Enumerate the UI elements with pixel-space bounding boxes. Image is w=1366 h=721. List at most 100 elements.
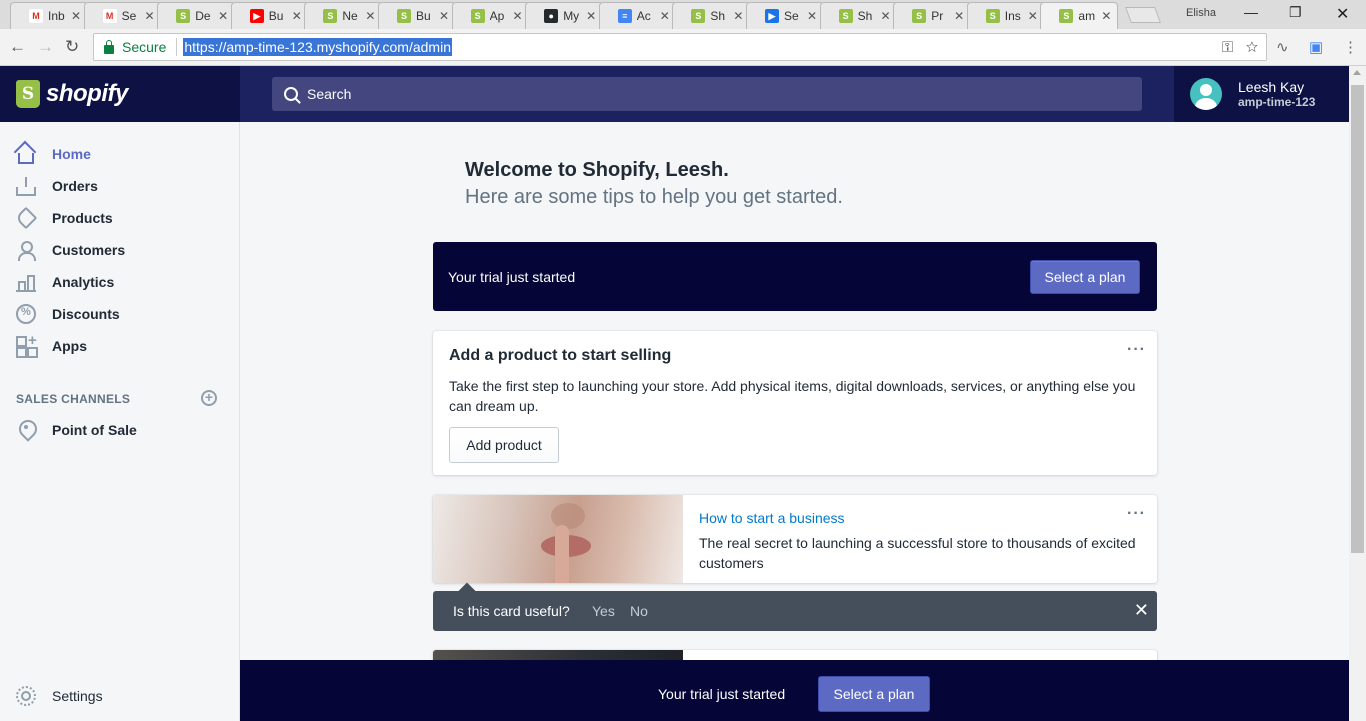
sidebar-item-products[interactable]: Products xyxy=(14,206,113,230)
back-arrow-icon[interactable]: ← xyxy=(9,37,26,57)
browser-tab[interactable]: M Inb ✕ xyxy=(10,2,88,29)
close-tab-icon[interactable]: ✕ xyxy=(954,9,964,23)
user-menu[interactable]: Leesh Kay amp-time-123 xyxy=(1174,66,1349,122)
browser-tab[interactable]: S Ne ✕ xyxy=(304,2,383,29)
sidebar-item-discounts[interactable]: Discounts xyxy=(16,302,120,326)
shopify-icon: S xyxy=(912,9,927,23)
browser-tab[interactable]: S Ap ✕ xyxy=(451,2,530,29)
select-plan-button[interactable]: Select a plan xyxy=(1030,260,1140,294)
restore-icon[interactable]: ❐ xyxy=(1289,4,1302,21)
key-icon[interactable]: ⚿ xyxy=(1222,39,1233,56)
secure-label: Secure xyxy=(122,39,167,55)
sidebar-item-customers[interactable]: Customers xyxy=(16,238,125,262)
tab-label: Bu xyxy=(416,9,431,23)
article-link[interactable]: How to start a business xyxy=(699,510,845,526)
shopify-icon: S xyxy=(397,9,411,23)
github-icon: ● xyxy=(544,9,559,23)
gmail-icon: M xyxy=(102,9,117,23)
extension-icon[interactable]: ▣ xyxy=(1309,38,1323,56)
page-subtitle: Here are some tips to help you get start… xyxy=(465,186,843,208)
sidebar-item-point-of-sale[interactable]: Point of Sale xyxy=(16,418,137,442)
browser-tab[interactable]: ≡ Ac ✕ xyxy=(598,2,677,29)
close-tab-icon[interactable]: ✕ xyxy=(1101,9,1111,23)
close-tab-icon[interactable]: ✕ xyxy=(513,9,523,23)
minimize-icon[interactable]: — xyxy=(1244,4,1258,20)
close-tab-icon[interactable]: ✕ xyxy=(807,9,817,23)
scroll-up-arrow-icon[interactable] xyxy=(1353,70,1361,75)
browser-tab[interactable]: S Sh ✕ xyxy=(672,2,751,29)
sidebar-item-label: Analytics xyxy=(52,274,115,290)
extension-pulse-icon[interactable]: ∿ xyxy=(1276,38,1289,56)
browser-tab[interactable]: S Pr ✕ xyxy=(893,2,972,29)
search-icon xyxy=(284,87,298,101)
user-icon xyxy=(16,240,36,261)
browser-tab[interactable]: S De ✕ xyxy=(157,2,236,29)
close-tab-icon[interactable]: ✕ xyxy=(218,9,228,23)
image-detail xyxy=(551,503,585,529)
browser-tab[interactable]: S Bu ✕ xyxy=(378,2,456,29)
close-tab-icon[interactable]: ✕ xyxy=(881,9,891,23)
add-channel-icon[interactable]: + xyxy=(201,390,217,406)
scrollbar[interactable] xyxy=(1349,66,1366,721)
browser-tab[interactable]: Sam ✕ xyxy=(1040,2,1119,29)
trial-text: Your trial just started xyxy=(448,269,576,285)
add-product-button[interactable]: Add product xyxy=(449,427,559,463)
select-plan-button[interactable]: Select a plan xyxy=(818,676,930,712)
sidebar-item-label: Discounts xyxy=(52,306,120,322)
sidebar-item-label: Products xyxy=(52,210,113,226)
url-text[interactable]: https://amp-time-123.myshopify.com/admin xyxy=(183,38,452,56)
close-tab-icon[interactable]: ✕ xyxy=(733,9,743,23)
browser-tab[interactable]: M Se ✕ xyxy=(83,2,162,29)
close-tab-icon[interactable]: ✕ xyxy=(145,9,155,23)
tab-label: De xyxy=(195,9,211,23)
sidebar-item-apps[interactable]: Apps xyxy=(16,332,87,358)
address-bar[interactable]: Secure https://amp-time-123.myshopify.co… xyxy=(93,33,1267,61)
sidebar-item-orders[interactable]: Orders xyxy=(16,174,98,198)
menu-kebab-icon[interactable]: ⋮ xyxy=(1343,38,1358,56)
article-card: How to start a business ··· The real sec… xyxy=(433,495,1157,583)
feedback-yes-button[interactable]: Yes xyxy=(592,603,615,619)
scrollbar-thumb[interactable] xyxy=(1351,85,1364,553)
omnibox-actions: ⚿ ☆ xyxy=(1222,39,1258,56)
avatar xyxy=(1190,78,1222,110)
close-tab-icon[interactable]: ✕ xyxy=(71,9,81,23)
sidebar-item-label: Point of Sale xyxy=(52,422,137,438)
close-tab-icon[interactable]: ✕ xyxy=(365,9,375,23)
browser-tab[interactable]: ▶ Bu ✕ xyxy=(230,2,309,29)
bookmark-star-icon[interactable]: ☆ xyxy=(1246,39,1258,56)
browser-tab[interactable]: ● My ✕ xyxy=(525,2,604,29)
tab-label: Ac xyxy=(636,9,651,23)
new-tab-button[interactable] xyxy=(1125,7,1161,23)
reload-icon[interactable]: ↻ xyxy=(65,37,79,57)
sidebar-item-label: Orders xyxy=(52,178,98,194)
search-input[interactable]: Search xyxy=(272,77,1142,111)
tab-label: Se xyxy=(121,9,137,23)
feedback-no-button[interactable]: No xyxy=(630,603,648,619)
tab-label: Ins xyxy=(1004,9,1021,23)
sidebar-item-analytics[interactable]: Analytics xyxy=(16,270,114,294)
shopify-logo[interactable]: S shopify xyxy=(0,66,240,122)
shopping-bag-icon: S xyxy=(16,80,40,108)
profile-name[interactable]: Elisha xyxy=(1186,7,1216,19)
close-window-icon[interactable]: ✕ xyxy=(1336,4,1349,24)
sidebar-item-settings[interactable]: Settings xyxy=(16,684,103,708)
sidebar-item-label: Home xyxy=(52,146,91,162)
close-tab-icon[interactable]: ✕ xyxy=(439,9,449,23)
shopify-icon: S xyxy=(470,9,485,23)
browser-tab[interactable]: S Sh ✕ xyxy=(819,2,898,29)
close-tab-icon[interactable]: ✕ xyxy=(660,9,670,23)
more-actions-icon[interactable]: ··· xyxy=(1127,341,1146,359)
more-actions-icon[interactable]: ··· xyxy=(1127,505,1146,523)
forward-arrow-icon[interactable]: → xyxy=(37,37,54,57)
browser-tab[interactable]: ▶ Se ✕ xyxy=(746,2,824,29)
close-icon[interactable]: ✕ xyxy=(1134,600,1149,621)
close-tab-icon[interactable]: ✕ xyxy=(1028,9,1038,23)
feedback-bar: Is this card useful? Yes No ✕ xyxy=(433,582,1157,631)
lock-icon xyxy=(104,39,114,54)
browser-toolbar: ← → ↻ Secure https://amp-time-123.myshop… xyxy=(0,29,1366,66)
close-tab-icon[interactable]: ✕ xyxy=(292,9,302,23)
browser-tab[interactable]: S Ins ✕ xyxy=(966,2,1045,29)
close-tab-icon[interactable]: ✕ xyxy=(586,9,596,23)
sidebar-item-home[interactable]: Home xyxy=(16,142,91,166)
tab-label: Sh xyxy=(857,9,873,23)
